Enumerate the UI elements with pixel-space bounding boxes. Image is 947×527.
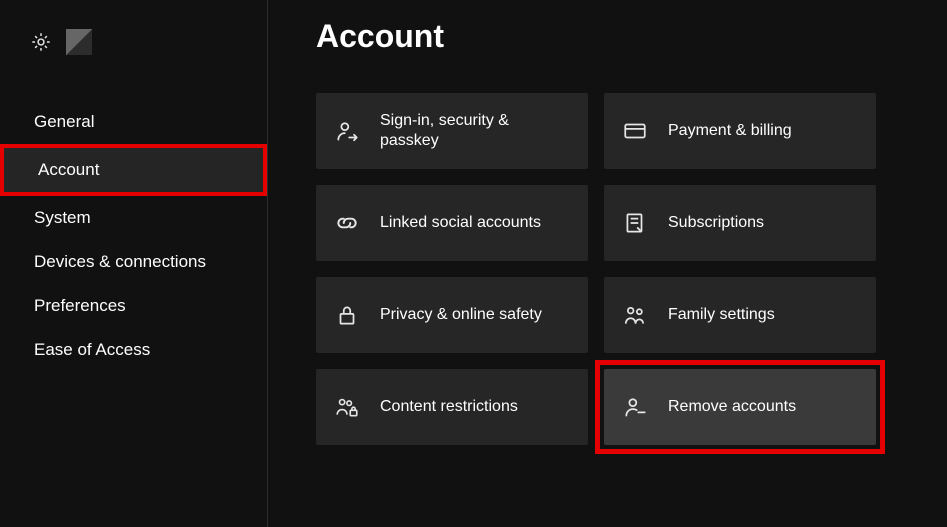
tile-sign-in-security-passkey[interactable]: Sign-in, security & passkey [316,93,588,169]
tile-subscriptions[interactable]: Subscriptions [604,185,876,261]
settings-sidebar: General Account System Devices & connect… [0,0,268,527]
gear-icon [30,31,52,53]
sidebar-item-general[interactable]: General [0,100,267,144]
lock-icon [334,302,360,328]
credit-card-icon [622,118,648,144]
sidebar-item-label: Account [38,160,99,180]
tile-label: Privacy & online safety [380,305,542,325]
main-panel: Account Sign-in, security & passkey [268,0,947,527]
tile-family-settings[interactable]: Family settings [604,277,876,353]
sidebar-item-devices-connections[interactable]: Devices & connections [0,240,267,284]
sidebar-item-label: General [34,112,94,132]
tile-label: Linked social accounts [380,213,541,233]
sidebar-item-account[interactable]: Account [4,148,263,192]
avatar [66,29,92,55]
page-title: Account [316,18,907,55]
tile-payment-billing[interactable]: Payment & billing [604,93,876,169]
tile-label: Subscriptions [668,213,764,233]
receipt-icon [622,210,648,236]
sidebar-item-label: Preferences [34,296,126,316]
tile-label: Payment & billing [668,121,792,141]
tile-label: Sign-in, security & passkey [380,111,560,151]
person-remove-icon [622,394,648,420]
sidebar-item-label: Devices & connections [34,252,206,272]
account-tile-grid: Sign-in, security & passkey Payment & bi… [316,93,907,445]
sidebar-item-system[interactable]: System [0,196,267,240]
tile-label: Remove accounts [668,397,796,417]
link-icon [334,210,360,236]
sidebar-item-ease-of-access[interactable]: Ease of Access [0,328,267,372]
people-lock-icon [334,394,360,420]
tile-content-restrictions[interactable]: Content restrictions [316,369,588,445]
sidebar-item-preferences[interactable]: Preferences [0,284,267,328]
tile-linked-social-accounts[interactable]: Linked social accounts [316,185,588,261]
person-arrow-icon [334,118,360,144]
sidebar-item-label: Ease of Access [34,340,150,360]
tile-remove-accounts[interactable]: Remove accounts [604,369,876,445]
tile-label: Family settings [668,305,775,325]
tile-privacy-online-safety[interactable]: Privacy & online safety [316,277,588,353]
family-icon [622,302,648,328]
highlight-remove-accounts: Remove accounts [595,360,885,454]
highlight-account-sidebar: Account [0,144,267,196]
tile-label: Content restrictions [380,397,518,417]
sidebar-item-label: System [34,208,91,228]
sidebar-header [0,0,267,60]
sidebar-nav: General Account System Devices & connect… [0,100,267,372]
